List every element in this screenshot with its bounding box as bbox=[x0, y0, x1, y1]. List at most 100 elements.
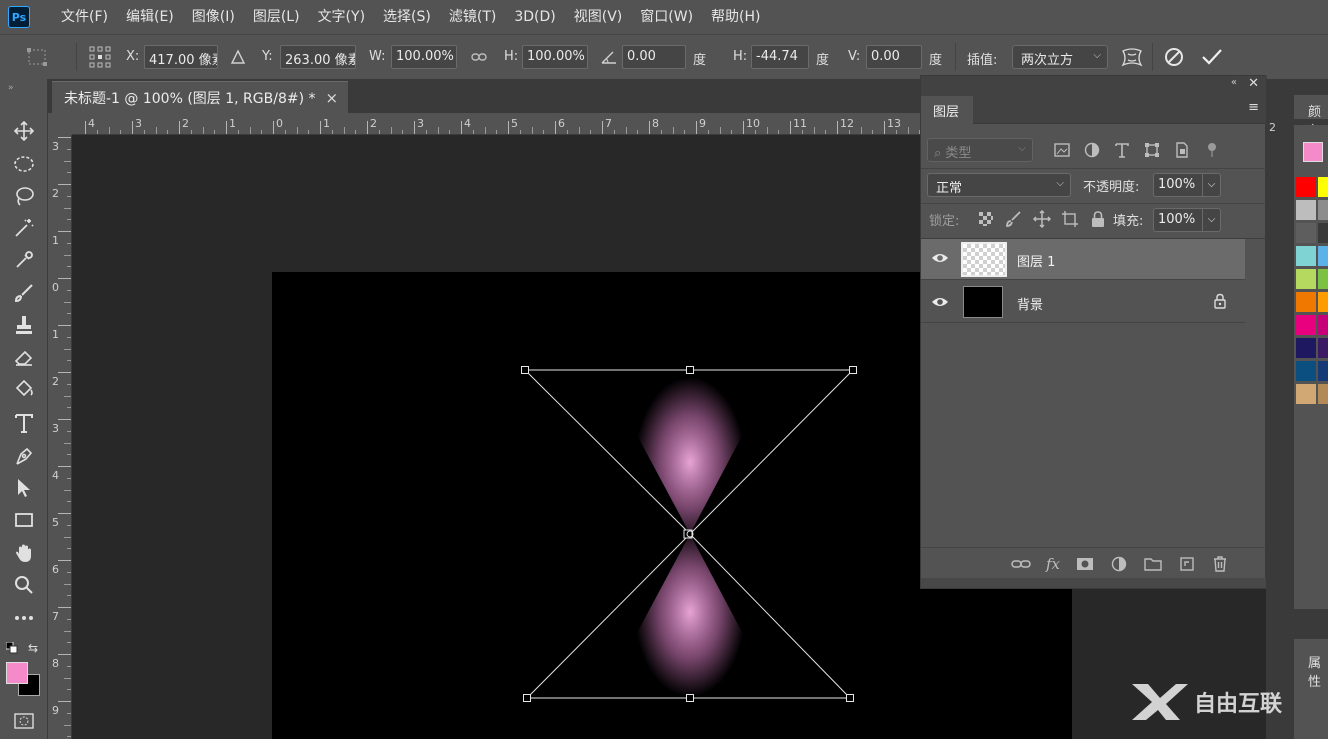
brush-tool-icon[interactable] bbox=[11, 281, 37, 305]
menu-item[interactable]: 文件(F) bbox=[52, 0, 117, 34]
document-tab[interactable]: 未标题-1 @ 100% (图层 1, RGB/8#) * × bbox=[52, 81, 348, 113]
lock-position-icon[interactable] bbox=[1033, 210, 1051, 228]
color-swatch[interactable] bbox=[1318, 177, 1328, 197]
paint-bucket-tool-icon[interactable] bbox=[11, 377, 37, 401]
x-position-field[interactable]: 417.00 像素 bbox=[144, 45, 218, 69]
move-tool-icon[interactable] bbox=[11, 119, 37, 143]
y-position-field[interactable]: 263.00 像素 bbox=[280, 45, 356, 69]
lock-pixels-icon[interactable] bbox=[1005, 210, 1023, 228]
menu-item[interactable]: 窗口(W) bbox=[631, 0, 702, 34]
menu-item[interactable]: 视图(V) bbox=[565, 0, 632, 34]
color-swatch[interactable] bbox=[1318, 384, 1328, 404]
add-mask-icon[interactable] bbox=[1075, 556, 1095, 572]
color-swatch[interactable] bbox=[1296, 223, 1316, 243]
pen-tool-icon[interactable] bbox=[11, 444, 37, 468]
new-layer-icon[interactable] bbox=[1178, 555, 1196, 573]
visibility-eye-icon[interactable] bbox=[931, 251, 949, 269]
quick-mask-icon[interactable] bbox=[13, 712, 35, 730]
layer-row[interactable]: 背景 bbox=[921, 281, 1245, 323]
eyedropper-tool-icon[interactable] bbox=[11, 248, 37, 272]
layer-row[interactable]: 图层 1 bbox=[921, 239, 1245, 280]
delete-layer-icon[interactable] bbox=[1211, 555, 1229, 573]
color-swatch[interactable] bbox=[1318, 269, 1328, 289]
lock-icon[interactable] bbox=[1213, 293, 1227, 313]
menu-item[interactable]: 文字(Y) bbox=[309, 0, 374, 34]
color-swatch[interactable] bbox=[1296, 361, 1316, 381]
close-panel-icon[interactable]: ✕ bbox=[1248, 76, 1259, 91]
adjustment-filter-icon[interactable] bbox=[1083, 141, 1101, 159]
close-tab-icon[interactable]: × bbox=[326, 89, 339, 107]
width-field[interactable]: 100.00% bbox=[391, 45, 457, 69]
lock-transparency-icon[interactable] bbox=[977, 210, 995, 228]
vertical-skew-field[interactable]: 0.00 bbox=[866, 45, 922, 69]
magic-wand-tool-icon[interactable] bbox=[11, 216, 37, 240]
height-field[interactable]: 100.00% bbox=[522, 45, 588, 69]
fill-dropdown-icon[interactable]: ⌵ bbox=[1202, 209, 1220, 231]
menu-item[interactable]: 帮助(H) bbox=[702, 0, 769, 34]
eraser-tool-icon[interactable] bbox=[11, 345, 37, 369]
foreground-color-swatch[interactable] bbox=[6, 662, 28, 684]
default-colors-icon[interactable] bbox=[5, 641, 18, 654]
fx-icon[interactable]: fx bbox=[1046, 555, 1060, 573]
lock-artboard-icon[interactable] bbox=[1061, 210, 1079, 228]
commit-transform-icon[interactable] bbox=[1200, 46, 1224, 68]
menu-item[interactable]: 滤镜(T) bbox=[440, 0, 505, 34]
color-swatch[interactable] bbox=[1318, 292, 1328, 312]
color-swatch[interactable] bbox=[1318, 338, 1328, 358]
smart-object-filter-icon[interactable] bbox=[1173, 141, 1191, 159]
transform-tool-icon[interactable] bbox=[26, 47, 48, 67]
filter-toggle-icon[interactable] bbox=[1203, 141, 1221, 159]
color-swatch[interactable] bbox=[1318, 246, 1328, 266]
new-adjustment-layer-icon[interactable] bbox=[1110, 555, 1128, 573]
pixel-filter-icon[interactable] bbox=[1053, 141, 1071, 159]
hand-tool-icon[interactable] bbox=[11, 541, 37, 565]
cancel-transform-icon[interactable] bbox=[1163, 46, 1185, 68]
stamp-tool-icon[interactable] bbox=[11, 313, 37, 337]
tab-layers[interactable]: 图层 bbox=[921, 96, 973, 124]
collapse-panel-icon[interactable]: « bbox=[1231, 77, 1237, 88]
path-selection-tool-icon[interactable] bbox=[11, 476, 37, 500]
color-swatch[interactable] bbox=[1318, 361, 1328, 381]
lock-all-icon[interactable] bbox=[1089, 210, 1107, 228]
visibility-eye-icon[interactable] bbox=[931, 295, 949, 313]
lasso-tool-icon[interactable] bbox=[11, 184, 37, 208]
relative-position-icon[interactable] bbox=[230, 49, 246, 65]
color-swatch[interactable] bbox=[1296, 315, 1316, 335]
color-swatch[interactable] bbox=[1318, 315, 1328, 335]
color-panel-foreground[interactable] bbox=[1303, 142, 1323, 162]
color-swatch[interactable] bbox=[1296, 177, 1316, 197]
rectangle-tool-icon[interactable] bbox=[11, 508, 37, 532]
more-tools-icon[interactable] bbox=[11, 606, 37, 630]
color-swatch[interactable] bbox=[1296, 269, 1316, 289]
menu-item[interactable]: 编辑(E) bbox=[117, 0, 183, 34]
opacity-field[interactable]: 100% ⌵ bbox=[1153, 173, 1221, 197]
swap-colors-icon[interactable]: ⇆ bbox=[28, 641, 42, 655]
color-swatch[interactable] bbox=[1296, 200, 1316, 220]
blend-mode-select[interactable]: 正常 ⌵ bbox=[927, 173, 1071, 197]
type-tool-icon[interactable] bbox=[11, 411, 37, 435]
color-swatch[interactable] bbox=[1296, 246, 1316, 266]
layer-filter-select[interactable]: ⌕ 类型 ⌵ bbox=[927, 138, 1033, 162]
reference-point-icon[interactable] bbox=[88, 45, 112, 69]
interpolation-select[interactable]: 两次立方 ⌵ bbox=[1012, 45, 1108, 69]
color-swatch[interactable] bbox=[1318, 223, 1328, 243]
properties-panel-tab[interactable]: 属性 bbox=[1308, 652, 1328, 690]
collapse-arrows-icon[interactable]: » bbox=[8, 83, 14, 93]
menu-item[interactable]: 图像(I) bbox=[183, 0, 244, 34]
panel-menu-icon[interactable]: ≡ bbox=[1248, 100, 1259, 115]
link-layers-icon[interactable] bbox=[1011, 556, 1031, 572]
angle-field[interactable]: 0.00 bbox=[622, 45, 686, 69]
panel-resize-grip[interactable] bbox=[921, 578, 1267, 588]
horizontal-skew-field[interactable]: -44.74 bbox=[751, 45, 809, 69]
color-swatch[interactable] bbox=[1296, 384, 1316, 404]
opacity-dropdown-icon[interactable]: ⌵ bbox=[1202, 174, 1220, 196]
menu-item[interactable]: 图层(L) bbox=[244, 0, 309, 34]
fill-field[interactable]: 100% ⌵ bbox=[1153, 208, 1221, 232]
color-swatch[interactable] bbox=[1296, 338, 1316, 358]
menu-item[interactable]: 3D(D) bbox=[505, 0, 564, 34]
warp-mode-icon[interactable] bbox=[1120, 45, 1144, 69]
color-swatch[interactable] bbox=[1296, 292, 1316, 312]
color-swatch[interactable] bbox=[1318, 200, 1328, 220]
new-group-icon[interactable] bbox=[1143, 556, 1163, 572]
shape-filter-icon[interactable] bbox=[1143, 141, 1161, 159]
